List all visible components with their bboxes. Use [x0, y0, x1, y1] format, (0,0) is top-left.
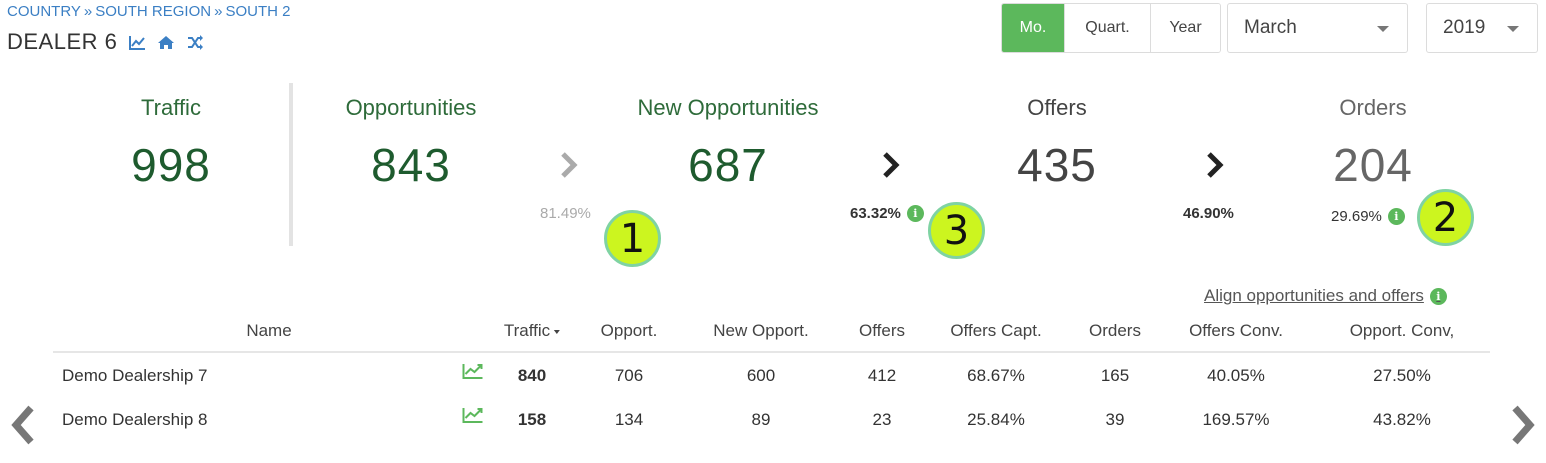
period-toggle-group: Mo. Quart. Year — [1001, 3, 1221, 53]
breadcrumb-country[interactable]: COUNTRY — [7, 3, 81, 20]
conversion-orders-rate-value: 29.69% — [1331, 208, 1382, 225]
info-icon[interactable]: i — [1429, 287, 1447, 305]
period-month-button[interactable]: Mo. — [1002, 4, 1064, 52]
column-header-orders[interactable]: Orders — [1089, 321, 1141, 341]
cell-opport: 706 — [614, 366, 644, 385]
trend-chart-icon[interactable] — [462, 363, 484, 384]
kpi-new-opportunities: New Opportunities 687 — [608, 95, 848, 192]
kpi-new-opportunities-value: 687 — [688, 139, 768, 191]
column-header-offers-capt[interactable]: Offers Capt. — [950, 321, 1041, 341]
kpi-orders-label: Orders — [1339, 95, 1407, 120]
breadcrumb-south-2[interactable]: SOUTH 2 — [225, 3, 290, 20]
kpi-offers-value: 435 — [1017, 139, 1097, 191]
cell-name[interactable]: Demo Dealership 7 — [62, 366, 208, 386]
cell-opport-conv: 43.82% — [1373, 410, 1431, 429]
year-select-value: 2019 — [1443, 17, 1486, 38]
table-row[interactable]: Demo Dealership 7 840 706 600 412 68.67%… — [53, 353, 1490, 397]
kpi-traffic-label: Traffic — [141, 95, 201, 120]
conversion-offers-to-orders: 46.90% — [1183, 205, 1234, 222]
cell-offers: 23 — [872, 410, 892, 429]
year-select[interactable]: 2019 — [1426, 3, 1538, 53]
cell-traffic: 840 — [517, 366, 547, 385]
chevron-right-icon[interactable] — [881, 151, 901, 179]
chevron-down-icon — [1507, 26, 1519, 32]
breadcrumb-south-region[interactable]: SOUTH REGION — [95, 3, 211, 20]
annotation-marker-1: 1 — [604, 210, 661, 267]
kpi-orders-value: 204 — [1333, 139, 1413, 191]
annotation-marker-3: 3 — [928, 202, 985, 259]
column-header-name[interactable]: Name — [246, 321, 291, 341]
shuffle-icon[interactable] — [186, 33, 204, 51]
table-header: Name Traffic Opport. New Opport. Offers … — [53, 310, 1490, 353]
home-icon[interactable] — [157, 33, 175, 51]
cell-opport: 134 — [614, 410, 644, 429]
conversion-new-to-offers-value: 63.32% — [850, 205, 901, 222]
period-year-button[interactable]: Year — [1150, 4, 1220, 52]
next-arrow-icon[interactable] — [1508, 404, 1538, 446]
kpi-opportunities-value: 843 — [371, 139, 451, 191]
sort-caret-icon — [554, 329, 561, 334]
align-opportunities-link-text: Align opportunities and offers — [1204, 286, 1424, 305]
cell-traffic: 158 — [517, 410, 547, 429]
kpi-opportunities: Opportunities 843 — [311, 95, 511, 192]
cell-orders: 39 — [1105, 410, 1125, 429]
table-row[interactable]: Demo Dealership 8 158 134 89 23 25.84% 3… — [53, 397, 1490, 441]
period-quarter-button[interactable]: Quart. — [1064, 4, 1150, 52]
kpi-opportunities-label: Opportunities — [345, 95, 477, 120]
column-header-traffic-label: Traffic — [503, 321, 551, 340]
column-header-traffic[interactable]: Traffic — [503, 321, 561, 341]
trend-chart-icon[interactable] — [462, 407, 484, 428]
page-title: DEALER 6 — [7, 29, 118, 54]
dealership-table: Name Traffic Opport. New Opport. Offers … — [53, 310, 1490, 441]
month-select-value: March — [1244, 17, 1297, 38]
column-header-opport[interactable]: Opport. — [601, 321, 658, 341]
column-header-offers-conv[interactable]: Offers Conv. — [1189, 321, 1283, 341]
chevron-right-icon[interactable] — [1205, 151, 1225, 179]
cell-offers-capt: 25.84% — [967, 410, 1025, 429]
month-select[interactable]: March — [1227, 3, 1408, 53]
trend-chart-icon[interactable] — [128, 33, 146, 51]
cell-opport-conv: 27.50% — [1373, 366, 1431, 385]
cell-offers: 412 — [867, 366, 897, 385]
kpi-offers-label: Offers — [1027, 95, 1087, 120]
cell-new-opport: 600 — [746, 366, 776, 385]
chevron-right-icon[interactable] — [559, 151, 579, 179]
breadcrumb-separator: » — [214, 3, 223, 20]
chevron-down-icon — [1377, 26, 1389, 32]
cell-offers-capt: 68.67% — [967, 366, 1025, 385]
cell-offers-conv: 40.05% — [1207, 366, 1265, 385]
breadcrumb: COUNTRY» SOUTH REGION» SOUTH 2 — [7, 3, 290, 20]
align-opportunities-link[interactable]: Align opportunities and offers i — [1204, 286, 1447, 306]
cell-orders: 165 — [1100, 366, 1130, 385]
conversion-new-to-offers: 63.32% i — [850, 205, 924, 222]
breadcrumb-separator: » — [83, 3, 93, 20]
kpi-traffic-value: 998 — [131, 139, 211, 191]
kpi-offers: Offers 435 — [957, 95, 1157, 192]
conversion-opp-to-new: 81.49% — [540, 205, 591, 222]
kpi-new-opportunities-label: New Opportunities — [637, 95, 819, 120]
column-header-new-opport[interactable]: New Opport. — [713, 321, 808, 341]
info-icon[interactable]: i — [906, 205, 924, 222]
previous-arrow-icon[interactable] — [8, 404, 38, 446]
column-header-opport-conv[interactable]: Opport. Conv, — [1350, 321, 1455, 341]
conversion-orders-rate: 29.69% i — [1331, 208, 1405, 225]
cell-offers-conv: 169.57% — [1202, 410, 1270, 429]
cell-name[interactable]: Demo Dealership 8 — [62, 410, 208, 430]
column-header-offers[interactable]: Offers — [859, 321, 905, 341]
kpi-divider — [289, 83, 293, 246]
annotation-marker-2: 2 — [1417, 189, 1474, 246]
cell-new-opport: 89 — [751, 410, 771, 429]
info-icon[interactable]: i — [1387, 208, 1405, 225]
page-title-row: DEALER 6 — [7, 29, 204, 55]
kpi-orders: Orders 204 — [1273, 95, 1473, 192]
kpi-traffic: Traffic 998 — [71, 95, 271, 192]
